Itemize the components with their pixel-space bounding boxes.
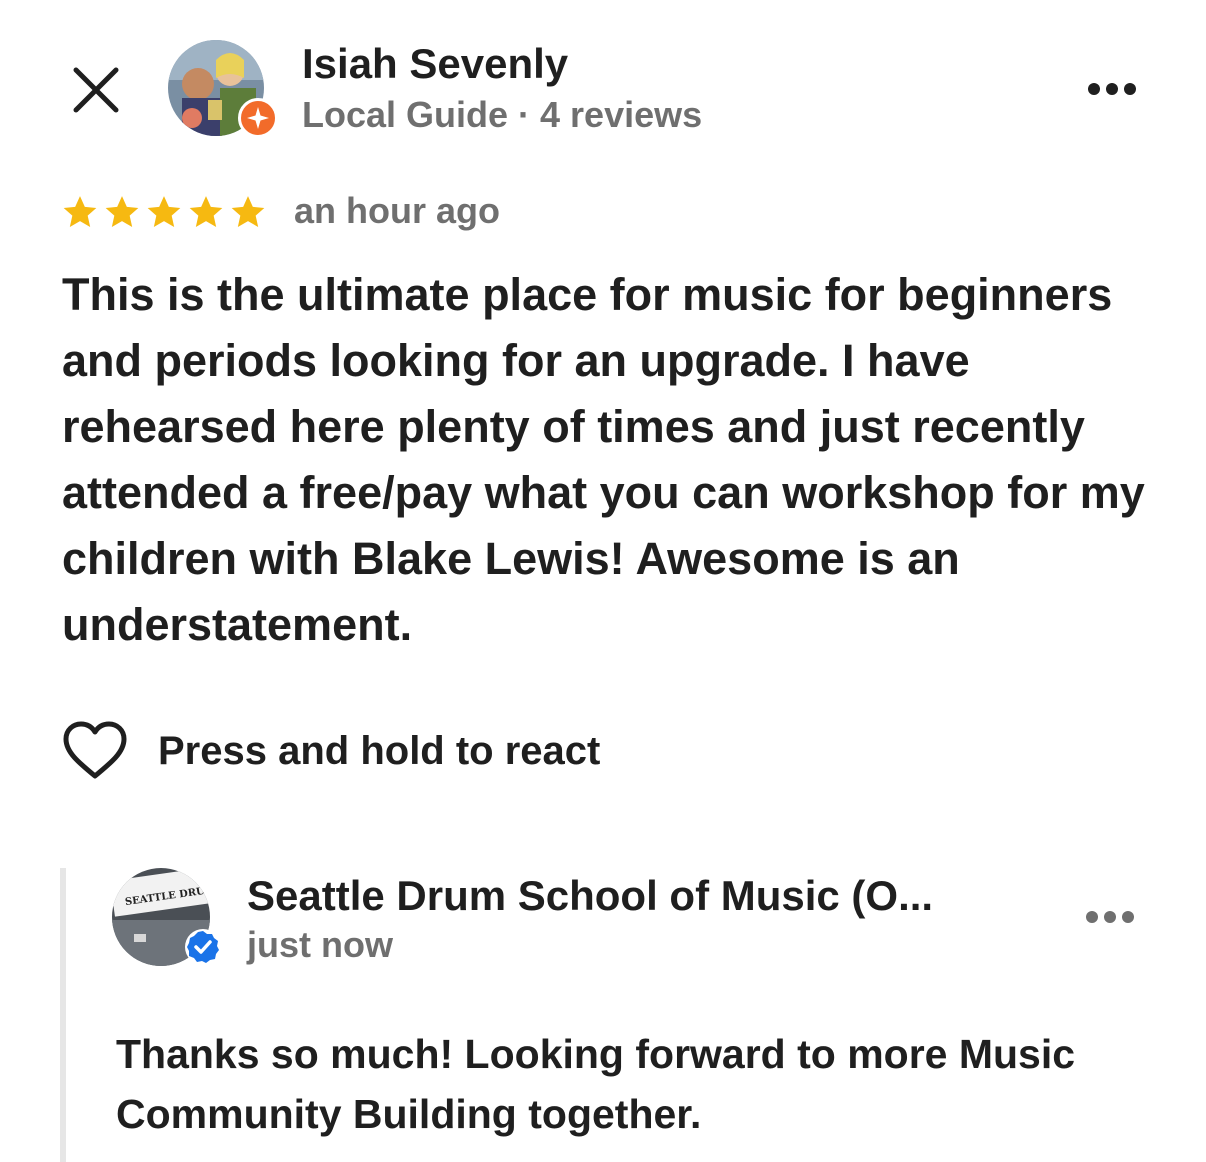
local-guide-badge [238,98,278,138]
reviewer-avatar-group[interactable] [168,40,278,140]
owner-reply-text: Thanks so much! Looking forward to more … [116,1031,1076,1137]
review-more-button[interactable] [1082,74,1142,104]
owner-avatar-group[interactable]: SEATTLE DRUM SCHOOL [112,868,222,968]
react-button[interactable]: Press and hold to react [60,716,680,786]
star-icon [231,196,265,227]
more-horizontal-icon [1086,911,1134,923]
reply-more-button[interactable] [1080,902,1140,932]
star-icon [147,196,181,227]
review-time: an hour ago [294,190,500,231]
verified-check-icon [185,929,221,965]
close-button[interactable] [64,58,128,122]
star-icon [189,196,223,227]
reply-indent-bar [60,868,66,1162]
react-label: Press and hold to react [158,728,601,773]
review-text: This is the ultimate place for music for… [62,269,1145,650]
reviewer-name[interactable]: Isiah Sevenly [302,40,568,88]
local-guide-badge-icon [247,107,269,129]
owner-name[interactable]: Seattle Drum School of Music (O... [247,872,933,920]
heart-outline-icon [63,721,127,779]
more-horizontal-icon [1088,83,1136,95]
verified-badge [184,928,222,966]
star-icon [63,196,97,227]
star-rating [60,190,270,234]
review-dialog: Isiah Sevenly Local Guide · 4 reviews an… [0,0,1206,1162]
reviewer-meta: Local Guide · 4 reviews [302,94,703,135]
close-icon [73,67,119,113]
star-icon [105,196,139,227]
owner-reply-time: just now [247,924,393,965]
